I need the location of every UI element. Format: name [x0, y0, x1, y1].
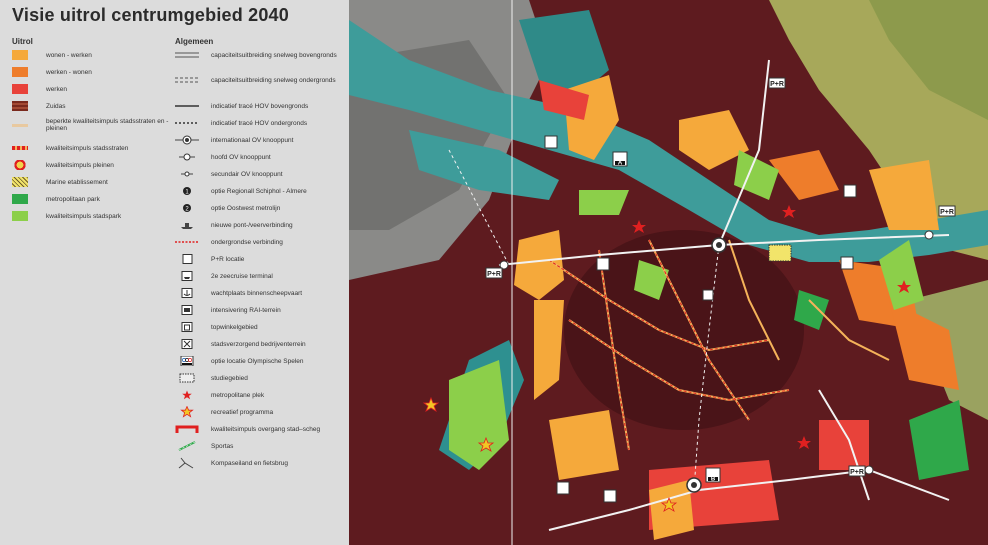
red-star-icon — [175, 390, 199, 400]
large-node-icon — [175, 135, 199, 145]
swatch-kwaliteitsimpuls-pleinen — [12, 160, 28, 170]
legend-item-secundair-ov: secundair OV knooppunt — [175, 169, 337, 179]
legend-item-studiegebied: studiegebied — [175, 373, 337, 383]
legend-item-internationaal-ov: internationaal OV knooppunt — [175, 135, 337, 145]
double-line-icon — [175, 50, 199, 60]
tools-marker-1 — [596, 257, 610, 271]
legend-heading-algemeen: Algemeen — [175, 37, 214, 46]
option-two-icon: 2 — [175, 203, 199, 213]
block-zuidas-wonen — [649, 480, 694, 540]
swatch-zuidas — [12, 101, 28, 111]
pr-label-north: P+R — [770, 81, 784, 88]
legend-item-werken-wonen: werken - wonen — [12, 67, 178, 77]
pr-label-south: P+R — [850, 469, 864, 476]
red-bracket-icon — [175, 424, 199, 434]
legend-item-recreatief: recreatief programma — [175, 406, 337, 418]
legend-item-kwaliteitsimpuls-stadspark: kwaliteitsimpuls stadspark — [12, 211, 178, 221]
cruise-terminal-marker — [544, 135, 558, 149]
small-node-icon — [175, 169, 199, 179]
shopping-marker — [702, 289, 714, 301]
legend-item-metropolitane-plek: metropolitane plek — [175, 390, 337, 400]
legend-item-hov-bovengronds: indicatief tracé HOV bovengronds — [175, 101, 337, 111]
cruise-terminal-icon — [175, 271, 199, 281]
node-amstel — [864, 465, 874, 475]
swatch-kwaliteitsimpuls-stadspark — [12, 211, 28, 221]
legend-item-hov-ondergronds: indicatief tracé HOV ondergronds — [175, 118, 337, 128]
block-werken-east — [819, 420, 869, 470]
anchor-marker — [843, 184, 857, 198]
swatch-marine-etablissement — [12, 177, 28, 187]
legend-item-ondergrondse-verbinding: ondergrondse verbinding — [175, 237, 337, 247]
tools-marker-3 — [603, 489, 617, 503]
legend-item-kompaseiland: Kompaseiland en fietsbrug — [175, 457, 337, 469]
ferry-icon — [175, 220, 199, 230]
legend-item-snelweg-bovengronds: capaciteitsuitbreiding snelweg bovengron… — [175, 50, 337, 60]
legend-item-zuidas: Zuidas — [12, 101, 178, 111]
swatch-werken-wonen — [12, 67, 28, 77]
olympic-rings-icon — [175, 356, 199, 366]
legend-item-wachtplaats: wachtplaats binnenscheepvaart — [175, 288, 337, 298]
swatch-kwaliteitsimpuls-stadsstraten — [12, 143, 28, 153]
legend-item-overgang-stad-scheg: kwaliteitsimpuls overgang stad–scheg — [175, 424, 337, 434]
legend-item-beperkte-kwaliteitsimpuls: beperkte kwaliteitsimpuls stadsstraten e… — [12, 118, 178, 132]
olympic-label-a: A — [618, 161, 623, 167]
study-area-icon — [175, 373, 199, 383]
city-map[interactable]: P+R P+R P+R P+R A B — [349, 0, 988, 545]
map-canvas: P+R P+R P+R P+R A B — [349, 0, 988, 545]
legend-heading-uitrol: Uitrol — [12, 37, 33, 46]
medium-node-icon — [175, 152, 199, 162]
legend-item-topwinkelgebied: topwinkelgebied — [175, 322, 337, 332]
legend-item-metropolitaan-park: metropolitaan park — [12, 194, 178, 204]
solid-line-icon — [175, 101, 199, 111]
rai-icon — [175, 305, 199, 315]
legend-item-kwaliteitsimpuls-pleinen: kwaliteitsimpuls pleinen — [12, 160, 178, 170]
tools-marker-2 — [556, 481, 570, 495]
anchor-icon — [175, 288, 199, 298]
legend-item-hoofd-ov: hoofd OV knooppunt — [175, 152, 337, 162]
legend-panel: Visie uitrol centrumgebied 2040 Uitrol A… — [0, 0, 349, 545]
sportas-icon — [175, 441, 199, 451]
pr-label-west: P+R — [487, 271, 501, 278]
legend-item-marine-etablissement: Marine etablissement — [12, 177, 178, 187]
legend-item-olympische-spelen: optie locatie Olympische Spelen — [175, 356, 337, 366]
red-dotted-line-icon — [175, 237, 199, 247]
legend-item-snelweg-ondergronds: capaciteitsuitbreiding snelweg ondergron… — [175, 75, 337, 85]
tools-marker-4 — [840, 256, 854, 270]
bridge-icon — [175, 457, 199, 469]
node-east — [924, 230, 934, 240]
block-wonen-werken-6 — [549, 410, 619, 480]
legend-item-wonen-werken: wonen - werken — [12, 50, 178, 60]
tools-icon — [175, 339, 199, 349]
double-dashed-line-icon — [175, 75, 199, 85]
pr-label-east: P+R — [940, 209, 954, 216]
legend-item-kwaliteitsimpuls-stadsstraten: kwaliteitsimpuls stadsstraten — [12, 143, 178, 153]
study-area-marker — [768, 244, 792, 262]
legend-item-optie-oostwest: 2 optie Oostwest metrolijn — [175, 203, 337, 213]
legend-item-optie-schiphol-almere: 1 optie Regionall Schiphol - Almere — [175, 186, 337, 196]
dashed-line-icon — [175, 118, 199, 128]
yellow-star-icon — [175, 406, 199, 418]
legend-item-bedrijventerrein: stadsverzorgend bedrijventerrein — [175, 339, 337, 349]
legend-item-p-r-locatie: P+R locatie — [175, 254, 337, 264]
olympic-label-b: B — [711, 477, 716, 483]
swatch-beperkte-kwaliteitsimpuls — [12, 120, 28, 130]
legend-item-zeecruise-terminal: 2e zeecruise terminal — [175, 271, 337, 281]
swatch-metropolitaan-park — [12, 194, 28, 204]
swatch-wonen-werken — [12, 50, 28, 60]
shopping-icon — [175, 322, 199, 332]
legend-item-pont-veer: nieuwe pont-/veerverbinding — [175, 220, 337, 230]
option-one-icon: 1 — [175, 186, 199, 196]
legend-item-rai-terrein: intensivering RAI-terrein — [175, 305, 337, 315]
park-and-ride-icon — [175, 254, 199, 264]
page-title: Visie uitrol centrumgebied 2040 — [12, 5, 289, 25]
swatch-werken — [12, 84, 28, 94]
legend-item-werken: werken — [12, 84, 178, 94]
legend-item-sportas: Sportas — [175, 441, 337, 451]
